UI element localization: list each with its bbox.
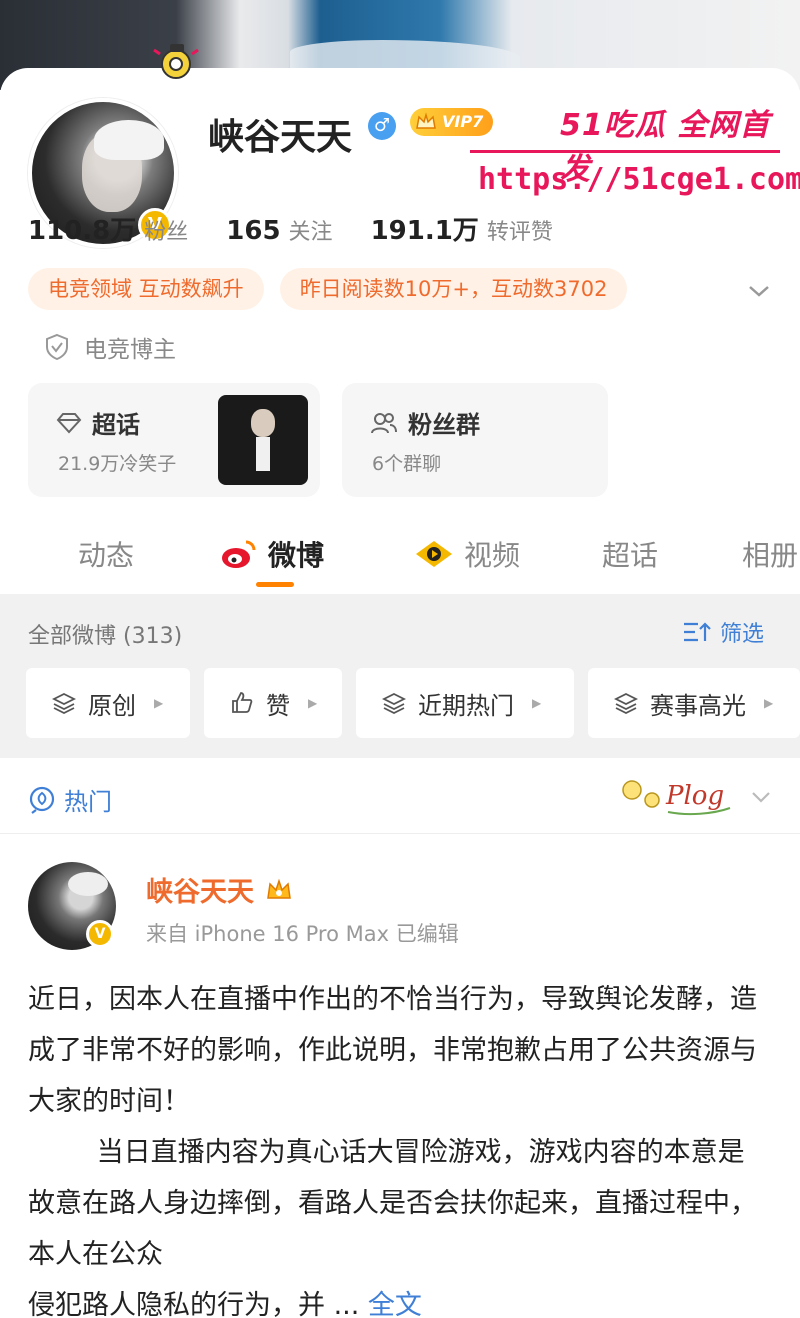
all-weibo-count[interactable]: 全部微博 (313) (28, 618, 182, 650)
hot-pin-icon (29, 786, 55, 814)
stat-following[interactable]: 165 关注 (226, 214, 332, 246)
post-author-avatar[interactable]: V (28, 862, 116, 950)
layers-icon (382, 692, 406, 714)
verified-badge: V (86, 920, 114, 948)
certification-row: 电竞博主 (44, 330, 176, 364)
fan-group-subtitle: 6个群聊 (372, 453, 442, 475)
stat-followers[interactable]: 110.8万 粉丝 (28, 210, 188, 247)
site-watermark: 51吃瓜 全网首发 https://51cge1.com (470, 100, 800, 210)
robot-pendant-icon (153, 44, 199, 79)
crown-icon (416, 112, 436, 129)
tag-esports-trending[interactable]: 电竞领域 互动数飙升 (28, 268, 264, 310)
chevron-down-icon[interactable] (748, 784, 774, 810)
fan-group-title: 粉丝群 (408, 411, 480, 439)
layers-icon (614, 692, 638, 714)
tab-video[interactable]: 视频 (414, 534, 520, 574)
super-topic-card[interactable]: 超话 21.9万冷笑子 (28, 383, 320, 497)
tab-weibo[interactable]: 微博 (220, 534, 324, 574)
plog-sticker-icon: Plog (622, 780, 731, 816)
post-meta: 来自 iPhone 16 Pro Max 已编辑 (146, 922, 459, 946)
weibo-icon (222, 540, 256, 568)
chevron-down-icon[interactable] (744, 276, 774, 306)
thumb-up-icon (232, 692, 253, 713)
hot-section-header: 热门 Plog (0, 760, 800, 834)
expand-full-text-link[interactable]: 全文 (368, 1290, 422, 1318)
diamond-icon (56, 412, 82, 433)
profile-stats: 110.8万 粉丝 165 关注 191.1万 转评赞 (28, 210, 553, 247)
chip-liked[interactable]: 赞 ▶ (204, 668, 342, 738)
feed-filter-area: 全部微博 (313) 筛选 原创 ▶ 赞 ▶ 近期热门 ▶ 赛事高光 ▶ (0, 594, 800, 758)
certification-label: 电竞博主 (84, 337, 176, 363)
super-topic-subtitle: 21.9万冷笑子 (58, 453, 177, 475)
super-topic-title: 超话 (92, 411, 140, 439)
tab-super-topic[interactable]: 超话 (602, 534, 658, 574)
filter-icon (684, 622, 711, 642)
post-body: 近日，因本人在直播中作出的不恰当行为，导致舆论发酵，造成了非常不好的影响，作此说… (28, 974, 768, 1318)
crown-icon (267, 878, 291, 899)
tab-album[interactable]: 相册 (742, 534, 798, 574)
watermark-divider (470, 150, 780, 153)
tag-reading-stats[interactable]: 昨日阅读数10万+，互动数3702 (279, 268, 628, 310)
filter-button[interactable]: 筛选 (682, 616, 764, 648)
chip-match-highlights[interactable]: 赛事高光 ▶ (588, 668, 800, 738)
profile-card: V 峡谷天天 ♂ VIP7 51吃瓜 全网首发 https://51cge1.c… (0, 44, 800, 598)
feed-post: V 峡谷天天 来自 iPhone 16 Pro Max 已编辑 近日，因本人在直… (0, 836, 800, 1318)
hot-label[interactable]: 热门 (28, 782, 112, 817)
svg-text:Plog: Plog (665, 781, 724, 811)
stat-likes[interactable]: 191.1万 转评赞 (371, 210, 553, 247)
group-icon (371, 412, 397, 433)
chip-original[interactable]: 原创 ▶ (26, 668, 190, 738)
super-topic-thumbnail (218, 395, 308, 485)
tab-activity[interactable]: 动态 (78, 534, 134, 574)
post-author-name[interactable]: 峡谷天天 (146, 870, 294, 909)
active-tab-indicator (256, 582, 294, 587)
chip-recent-hot[interactable]: 近期热门 ▶ (356, 668, 574, 738)
shield-icon (46, 333, 68, 361)
profile-tabs: 动态 微博 视频 超话 相册 (0, 520, 800, 590)
male-gender-icon: ♂ (368, 112, 396, 140)
fan-group-card[interactable]: 粉丝群 6个群聊 (342, 383, 608, 497)
profile-name: 峡谷天天 (208, 117, 353, 158)
video-icon (416, 541, 452, 567)
watermark-url: https://51cge1.com (478, 162, 800, 197)
profile-tags: 电竞领域 互动数飙升 昨日阅读数10万+，互动数3702 (28, 268, 628, 310)
layers-icon (52, 692, 76, 714)
